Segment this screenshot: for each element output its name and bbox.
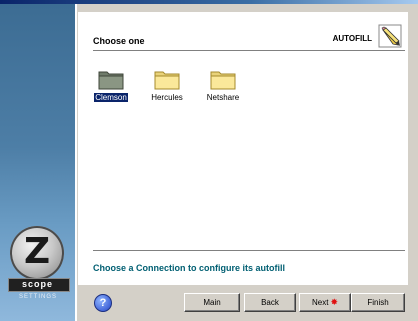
logo-word: scope xyxy=(22,279,54,289)
folder-icon xyxy=(210,71,236,90)
button-bar: ? Main Back Next ✸ Finish xyxy=(78,285,408,321)
logo-letter: Z xyxy=(23,231,51,272)
sidebar-divider xyxy=(75,4,77,321)
finish-button-label: Finish xyxy=(367,298,389,307)
logo-caption: SETTINGS xyxy=(18,294,57,300)
content-panel: Choose one AUTOFILL Clemson Hercules Net… xyxy=(78,12,408,285)
page-title: Choose one xyxy=(93,36,145,46)
folder-icon xyxy=(154,71,180,90)
folder-label: Netshare xyxy=(206,93,240,102)
folder-item-netshare[interactable]: Netshare xyxy=(204,68,242,102)
sidebar: Z scope SETTINGS xyxy=(0,4,75,321)
status-divider xyxy=(93,250,405,251)
next-button-label: Next xyxy=(312,298,329,307)
main-button[interactable]: Main xyxy=(184,293,240,312)
back-button-label: Back xyxy=(261,298,279,307)
folder-label: Clemson xyxy=(93,92,129,103)
main-button-label: Main xyxy=(203,298,221,307)
help-icon[interactable]: ? xyxy=(94,294,112,312)
pencil-icon xyxy=(378,24,402,48)
status-message: Choose a Connection to configure its aut… xyxy=(93,263,286,273)
back-button[interactable]: Back xyxy=(244,293,296,312)
mode-label: AUTOFILL xyxy=(332,34,372,43)
next-button[interactable]: Next ✸ xyxy=(299,293,351,312)
star-icon: ✸ xyxy=(330,297,338,307)
finish-button[interactable]: Finish xyxy=(351,293,405,312)
folder-icon xyxy=(98,71,124,90)
header-divider-highlight xyxy=(93,51,405,52)
folder-item-clemson[interactable]: Clemson xyxy=(92,68,130,103)
folder-label: Hercules xyxy=(151,93,183,102)
zscope-logo: Z scope SETTINGS xyxy=(8,226,70,306)
window-frame-right xyxy=(408,4,418,321)
folder-item-hercules[interactable]: Hercules xyxy=(148,68,186,102)
connection-list: Clemson Hercules Netshare xyxy=(92,68,242,103)
